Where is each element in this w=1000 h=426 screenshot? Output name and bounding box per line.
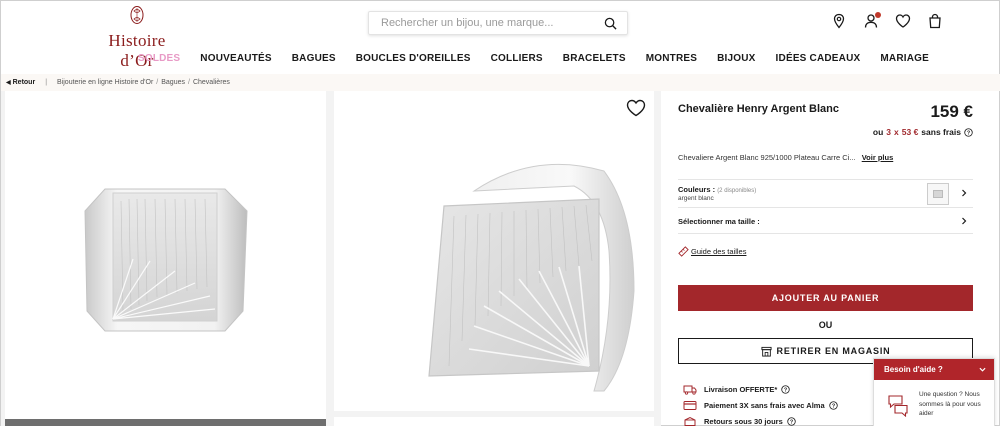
gallery-thumbnail-strip[interactable] xyxy=(5,419,326,426)
perk-delivery-extra: OFFERTE* xyxy=(739,385,778,394)
logo-emblem-icon xyxy=(130,6,144,24)
perk-delivery: Livraison OFFERTE* ? xyxy=(683,384,791,395)
nav-item-bagues[interactable]: BAGUES xyxy=(292,53,336,64)
help-widget-body: Une question ? Nous sommes là pour vous … xyxy=(874,380,994,419)
nav-item-nouveautes[interactable]: NOUVEAUTÉS xyxy=(200,53,271,64)
breadcrumb: ◀ Retour | Bijouterie en ligne Histoire … xyxy=(1,74,1000,91)
store-icon xyxy=(761,346,772,357)
info-icon[interactable]: ? xyxy=(787,417,796,426)
product-price: 159 € xyxy=(930,102,973,121)
description-text: Chevaliere Argent Blanc 925/1000 Plateau… xyxy=(678,153,856,162)
breadcrumb-slash: / xyxy=(188,79,190,86)
nav-item-mariage[interactable]: MARIAGE xyxy=(880,53,929,64)
product-image-next[interactable] xyxy=(334,417,654,426)
info-icon[interactable]: ? xyxy=(828,401,838,410)
color-swatch[interactable] xyxy=(927,183,949,205)
see-more-link[interactable]: Voir plus xyxy=(862,153,894,162)
breadcrumb-item-home[interactable]: Bijouterie en ligne Histoire d'Or xyxy=(57,79,153,86)
chevron-right-icon xyxy=(962,189,967,197)
help-widget-header[interactable]: Besoin d'aide ? xyxy=(874,359,994,380)
product-title: Chevalière Henry Argent Blanc xyxy=(678,103,839,115)
size-selector[interactable]: Sélectionner ma taille : xyxy=(678,207,973,234)
color-availability: (2 disponibles) xyxy=(717,188,757,194)
nav-item-colliers[interactable]: COLLIERS xyxy=(491,53,543,64)
installment-times: x xyxy=(894,127,899,137)
return-box-icon xyxy=(684,416,696,426)
notification-dot xyxy=(875,12,881,18)
map-pin-icon[interactable] xyxy=(831,13,847,29)
help-line-2: sommes là pour vous xyxy=(919,400,981,408)
product-image-front[interactable] xyxy=(5,91,326,419)
help-widget[interactable]: Besoin d'aide ? Une question ? Nous somm… xyxy=(873,358,995,426)
store-pickup-label: RETIRER EN MAGASIN xyxy=(776,346,891,356)
installment-offer: ou 3 x 53 € sans frais ? xyxy=(873,127,973,137)
credit-card-icon xyxy=(683,401,697,410)
help-line-1: Une question ? Nous xyxy=(919,391,980,398)
color-selector[interactable]: Couleurs : (2 disponibles) argent blanc xyxy=(678,179,973,207)
back-label: Retour xyxy=(12,79,36,86)
header-icons xyxy=(831,12,943,29)
svg-text:?: ? xyxy=(784,388,787,394)
color-label: Couleurs : xyxy=(678,185,716,194)
help-widget-title: Besoin d'aide ? xyxy=(884,365,943,374)
info-icon[interactable]: ? xyxy=(781,385,791,394)
perk-delivery-text: Livraison xyxy=(704,385,738,394)
svg-text:?: ? xyxy=(790,420,793,426)
size-guide-link[interactable]: Guide des tailles xyxy=(678,246,746,257)
ring-front-image xyxy=(84,188,248,332)
chat-bubble-icon xyxy=(888,395,908,417)
size-guide-label: Guide des tailles xyxy=(691,247,747,256)
shopping-bag-icon[interactable] xyxy=(927,13,943,29)
breadcrumb-slash: / xyxy=(156,79,159,86)
help-line-3: aider xyxy=(919,410,934,417)
installment-suffix: sans frais xyxy=(921,127,961,137)
svg-text:?: ? xyxy=(967,130,970,136)
installment-count: 3 xyxy=(886,127,892,137)
color-label-line: Couleurs : (2 disponibles) xyxy=(678,185,756,194)
arrow-left-icon: ◀ xyxy=(6,80,11,86)
breadcrumb-item-chevalieres[interactable]: Chevalières xyxy=(193,79,230,86)
color-selected: argent blanc xyxy=(678,195,714,202)
perk-payment-text: Paiement 3X sans frais avec Alma xyxy=(704,401,825,410)
breadcrumb-item-bagues[interactable]: Bagues xyxy=(161,79,185,86)
add-to-cart-button[interactable]: AJOUTER AU PANIER xyxy=(678,285,973,311)
ring-angle-image xyxy=(428,163,635,392)
nav-item-bijoux[interactable]: BIJOUX xyxy=(717,53,755,64)
ruler-icon xyxy=(678,246,689,257)
size-label: Sélectionner ma taille : xyxy=(678,217,760,226)
nav-item-idees-cadeaux[interactable]: IDÉES CADEAUX xyxy=(776,53,861,64)
product-image-angle[interactable] xyxy=(334,91,654,411)
nav-item-montres[interactable]: MONTRES xyxy=(646,53,697,64)
chevron-right-icon xyxy=(962,217,967,225)
installment-prefix: ou xyxy=(872,127,884,137)
perk-returns-text: Retours sous 30 jours xyxy=(704,417,783,426)
search-input[interactable] xyxy=(381,17,604,29)
search-bar[interactable] xyxy=(368,11,628,35)
truck-icon xyxy=(683,385,697,395)
heart-icon[interactable] xyxy=(895,13,911,29)
or-separator: OU xyxy=(818,320,833,330)
chevron-down-icon[interactable] xyxy=(979,366,986,373)
installment-amount: 53 € xyxy=(901,127,919,137)
nav-item-boucles-oreilles[interactable]: BOUCLES D'OREILLES xyxy=(356,53,471,64)
breadcrumb-divider: | xyxy=(45,79,48,86)
perk-payment: Paiement 3X sans frais avec Alma ? xyxy=(683,400,838,411)
perk-returns: Retours sous 30 jours ? xyxy=(683,416,796,426)
product-description: Chevaliere Argent Blanc 925/1000 Plateau… xyxy=(678,153,893,162)
nav-item-soldes[interactable]: SOLDES xyxy=(138,53,180,64)
brand-name: Histoire d’Or xyxy=(108,31,166,70)
swatch-ring-thumb xyxy=(933,190,943,198)
search-icon[interactable] xyxy=(604,17,617,30)
back-link[interactable]: ◀ Retour xyxy=(6,79,35,86)
info-icon[interactable]: ? xyxy=(964,127,973,137)
svg-text:?: ? xyxy=(831,404,834,410)
wishlist-heart-icon[interactable] xyxy=(626,99,646,117)
nav-item-bracelets[interactable]: BRACELETS xyxy=(563,53,626,64)
account-button[interactable] xyxy=(863,12,881,29)
main-nav: SOLDES NOUVEAUTÉS BAGUES BOUCLES D'OREIL… xyxy=(1,53,1000,64)
